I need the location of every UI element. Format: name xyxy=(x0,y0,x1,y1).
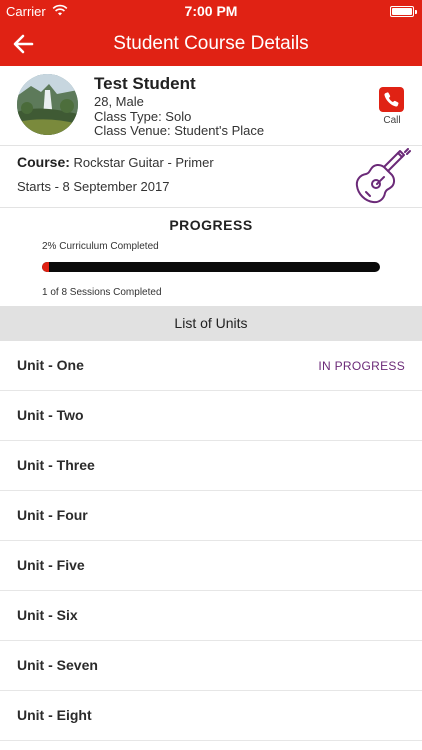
course-label: Course: xyxy=(17,154,70,170)
call-button[interactable] xyxy=(379,87,404,112)
class-venue: Class Venue: Student's Place xyxy=(94,123,265,138)
page-title: Student Course Details xyxy=(113,33,309,54)
unit-label: Unit - Three xyxy=(17,457,95,473)
unit-row[interactable]: Unit - Five xyxy=(0,541,422,591)
unit-label: Unit - Two xyxy=(17,407,84,423)
unit-row[interactable]: Unit - One IN PROGRESS xyxy=(0,341,422,391)
unit-row[interactable]: Unit - Seven xyxy=(0,641,422,691)
unit-label: Unit - Four xyxy=(17,507,88,523)
progress-bar xyxy=(42,262,380,272)
phone-icon xyxy=(384,92,399,107)
unit-row[interactable]: Unit - Three xyxy=(0,441,422,491)
curriculum-completed-text: 2% Curriculum Completed xyxy=(42,241,159,252)
unit-status: IN PROGRESS xyxy=(318,359,405,373)
clock: 7:00 PM xyxy=(184,3,238,19)
student-age-gender: 28, Male xyxy=(94,94,144,109)
navigation-bar: Student Course Details xyxy=(0,22,422,66)
unit-label: Unit - Eight xyxy=(17,707,92,723)
course-line: Course: Rockstar Guitar - Primer xyxy=(17,154,214,170)
course-name: Rockstar Guitar - Primer xyxy=(73,155,214,170)
unit-row[interactable]: Unit - Two xyxy=(0,391,422,441)
course-start-date: Starts - 8 September 2017 xyxy=(17,179,170,194)
progress-section: PROGRESS 2% Curriculum Completed 1 of 8 … xyxy=(0,208,422,306)
units-list: Unit - One IN PROGRESS Unit - Two Unit -… xyxy=(0,341,422,741)
units-list-header: List of Units xyxy=(0,306,422,341)
guitar-icon xyxy=(354,148,412,206)
battery-icon xyxy=(390,6,417,17)
progress-heading: PROGRESS xyxy=(169,217,253,233)
unit-label: Unit - Seven xyxy=(17,657,98,673)
sessions-completed-text: 1 of 8 Sessions Completed xyxy=(42,287,162,298)
class-type: Class Type: Solo xyxy=(94,109,192,124)
student-profile: Test Student 28, Male Class Type: Solo C… xyxy=(0,66,422,146)
progress-bar-fill xyxy=(42,262,49,272)
unit-row[interactable]: Unit - Six xyxy=(0,591,422,641)
unit-label: Unit - Six xyxy=(17,607,78,623)
unit-label: Unit - One xyxy=(17,357,84,373)
status-bar: Carrier 7:00 PM xyxy=(0,0,422,22)
unit-label: Unit - Five xyxy=(17,557,85,573)
unit-row[interactable]: Unit - Four xyxy=(0,491,422,541)
call-label: Call xyxy=(383,115,401,126)
course-info: Course: Rockstar Guitar - Primer Starts … xyxy=(0,146,422,208)
student-name: Test Student xyxy=(94,74,196,93)
avatar xyxy=(17,74,78,135)
unit-row[interactable]: Unit - Eight xyxy=(0,691,422,741)
